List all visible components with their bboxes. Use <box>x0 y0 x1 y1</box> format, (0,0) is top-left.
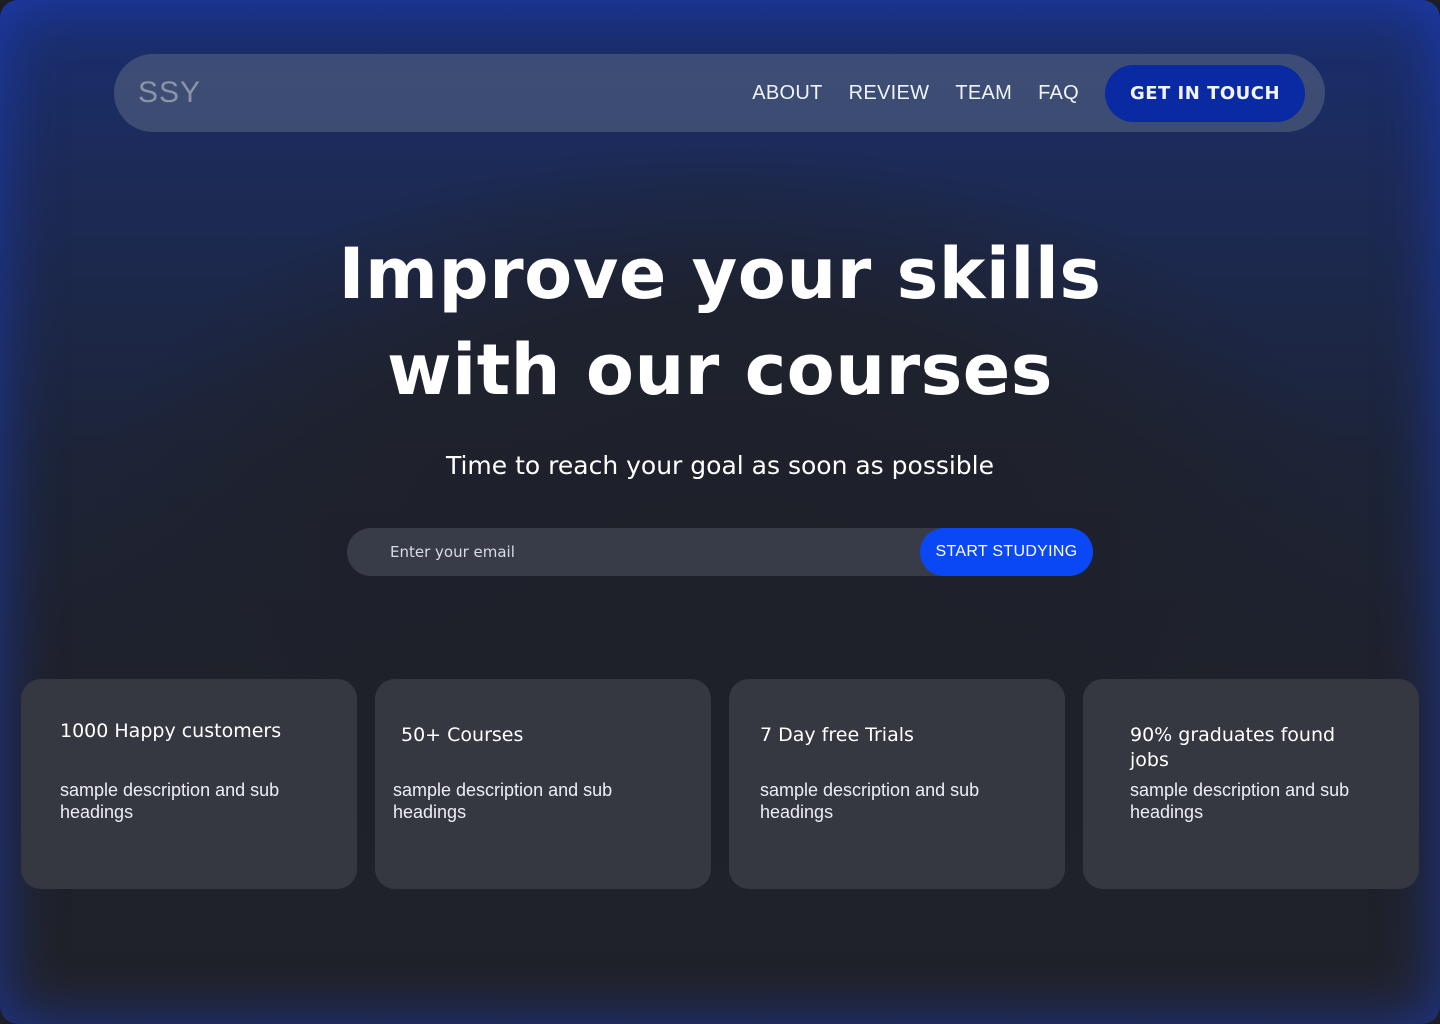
nav-link-team[interactable]: TEAM <box>955 82 1012 105</box>
stat-card-graduates: 90% graduates found jobs sample descript… <box>1083 679 1419 889</box>
nav-link-about[interactable]: ABOUT <box>752 82 822 105</box>
landing-page: SSY ABOUT REVIEW TEAM FAQ GET IN TOUCH I… <box>0 0 1440 1024</box>
hero-title: Improve your skills with our courses <box>0 226 1440 418</box>
stat-card-trials: 7 Day free Trials sample description and… <box>729 679 1065 889</box>
stat-card-description: sample description and sub headings <box>1130 780 1350 822</box>
top-navbar: SSY ABOUT REVIEW TEAM FAQ GET IN TOUCH <box>114 54 1325 132</box>
logo[interactable]: SSY <box>138 76 201 110</box>
stat-card-description: sample description and sub headings <box>60 780 280 822</box>
nav-link-review[interactable]: REVIEW <box>849 82 930 105</box>
nav-link-faq[interactable]: FAQ <box>1038 82 1079 105</box>
get-in-touch-button[interactable]: GET IN TOUCH <box>1105 64 1305 122</box>
stat-card-title: 1000 Happy customers <box>60 720 282 742</box>
stat-card-description: sample description and sub headings <box>393 780 613 822</box>
nav-links: ABOUT REVIEW TEAM FAQ GET IN TOUCH <box>726 64 1305 122</box>
stat-card-customers: 1000 Happy customers sample description … <box>21 679 357 889</box>
stat-card-description: sample description and sub headings <box>760 780 980 822</box>
email-input[interactable] <box>347 528 920 576</box>
stat-card-title: 90% graduates found jobs <box>1130 724 1336 771</box>
hero-title-line-1: Improve your skills <box>338 233 1102 315</box>
hero-subtitle: Time to reach your goal as soon as possi… <box>445 451 995 480</box>
stat-card-title: 7 Day free Trials <box>760 724 914 746</box>
stat-card-title: 50+ Courses <box>401 724 524 746</box>
hero-title-line-2: with our courses <box>387 329 1053 411</box>
start-studying-button[interactable]: START STUDYING <box>920 528 1093 576</box>
email-signup-form: START STUDYING <box>347 528 1093 576</box>
stat-card-courses: 50+ Courses sample description and sub h… <box>375 679 711 889</box>
